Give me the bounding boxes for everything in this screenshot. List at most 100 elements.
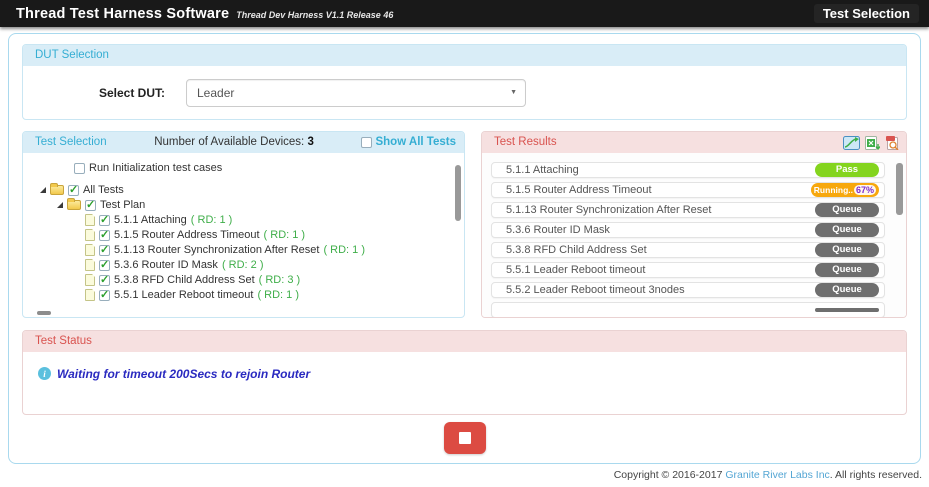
- show-all-tests-toggle[interactable]: Show All Tests: [361, 132, 456, 153]
- all-tests-checkbox[interactable]: [68, 185, 79, 196]
- status-badge: Pass: [815, 163, 879, 177]
- document-icon: [85, 244, 95, 256]
- status-badge: Queue: [815, 263, 879, 277]
- test-case-checkbox[interactable]: [99, 215, 110, 226]
- test-selection-panel-title: Test Selection: [35, 132, 107, 153]
- test-case-checkbox[interactable]: [99, 260, 110, 271]
- test-case-label: 5.3.6 Router ID Mask: [114, 259, 218, 271]
- tree-node-all-tests[interactable]: All Tests: [23, 183, 464, 197]
- test-case-label: 5.3.8 RFD Child Address Set: [114, 274, 255, 286]
- chevron-down-icon: ▼: [510, 89, 517, 96]
- pdf-export-icon[interactable]: [885, 136, 900, 150]
- status-badge: Queue: [815, 283, 879, 297]
- tree-node-test-plan[interactable]: Test Plan: [23, 198, 464, 212]
- run-init-checkbox[interactable]: [74, 163, 85, 174]
- test-tree: Run Initialization test cases All Tests …: [23, 153, 464, 317]
- document-icon: [85, 214, 95, 226]
- status-badge: Queue: [815, 223, 879, 237]
- dut-selection-panel: DUT Selection Select DUT: Leader ▼: [22, 44, 907, 120]
- select-dut-label: Select DUT:: [23, 86, 165, 100]
- test-plan-label: Test Plan: [100, 199, 145, 211]
- status-badge: Queue: [815, 243, 879, 257]
- company-link[interactable]: Granite River Labs Inc: [725, 469, 829, 481]
- table-row[interactable]: 5.3.6 Router ID Mask Queue: [491, 222, 885, 238]
- tree-leaf[interactable]: 5.5.1 Leader Reboot timeout ( RD: 1 ): [23, 288, 464, 302]
- document-icon: [85, 274, 95, 286]
- copyright-suffix: . All rights reserved.: [830, 469, 922, 481]
- app-branding: Thread Test Harness Software Thread Dev …: [16, 6, 393, 22]
- running-label: Running..: [814, 185, 853, 195]
- copyright-prefix: Copyright © 2016-2017: [614, 469, 726, 481]
- test-case-checkbox[interactable]: [99, 275, 110, 286]
- result-test-name: 5.1.13 Router Synchronization After Rese…: [506, 204, 711, 216]
- results-vertical-scrollbar[interactable]: [896, 163, 903, 215]
- table-row[interactable]: 5.1.13 Router Synchronization After Rese…: [491, 202, 885, 218]
- document-icon: [85, 289, 95, 301]
- main-container: DUT Selection Select DUT: Leader ▼ Test …: [8, 33, 921, 464]
- graph-icon[interactable]: [843, 136, 860, 150]
- all-tests-label: All Tests: [83, 184, 124, 196]
- test-case-rd: ( RD: 1 ): [257, 289, 299, 301]
- excel-export-icon[interactable]: [865, 136, 880, 150]
- test-case-rd: ( RD: 2 ): [222, 259, 264, 271]
- available-devices-count: 3: [307, 136, 313, 148]
- copyright-footer: Copyright © 2016-2017 Granite River Labs…: [614, 469, 922, 481]
- tree-horizontal-scrollbar[interactable]: [37, 311, 51, 315]
- dut-select-dropdown[interactable]: Leader ▼: [186, 79, 526, 107]
- progress-percent: 67%: [854, 185, 876, 195]
- stop-button-row: [22, 422, 907, 454]
- stop-button[interactable]: [444, 422, 486, 454]
- app-version: Thread Dev Harness V1.1 Release 46: [236, 10, 393, 20]
- test-case-checkbox[interactable]: [99, 230, 110, 241]
- result-test-name: 5.5.2 Leader Reboot timeout 3nodes: [506, 284, 685, 296]
- document-icon: [85, 259, 95, 271]
- collapse-arrow-icon[interactable]: [40, 187, 46, 193]
- document-icon: [85, 229, 95, 241]
- dut-selected-value: Leader: [197, 86, 234, 100]
- status-message: Waiting for timeout 200Secs to rejoin Ro…: [57, 367, 310, 381]
- test-case-checkbox[interactable]: [99, 245, 110, 256]
- show-all-tests-label: Show All Tests: [375, 132, 456, 153]
- tree-leaf[interactable]: 5.1.13 Router Synchronization After Rese…: [23, 243, 464, 257]
- tree-vertical-scrollbar[interactable]: [455, 165, 461, 221]
- available-devices-label: Number of Available Devices:: [154, 136, 304, 148]
- test-plan-checkbox[interactable]: [85, 200, 96, 211]
- top-bar: Thread Test Harness Software Thread Dev …: [0, 0, 929, 27]
- table-row[interactable]: 5.1.5 Router Address Timeout Running..67…: [491, 182, 885, 198]
- test-case-label: 5.1.1 Attaching: [114, 214, 187, 226]
- run-init-label: Run Initialization test cases: [89, 162, 222, 174]
- collapse-arrow-icon[interactable]: [57, 202, 63, 208]
- test-status-panel: Test Status i Waiting for timeout 200Sec…: [22, 330, 907, 415]
- table-row[interactable]: 5.1.1 Attaching Pass: [491, 162, 885, 178]
- test-case-label: 5.1.13 Router Synchronization After Rese…: [114, 244, 319, 256]
- tree-leaf[interactable]: 5.3.8 RFD Child Address Set ( RD: 3 ): [23, 273, 464, 287]
- show-all-tests-checkbox[interactable]: [361, 137, 372, 148]
- run-init-toggle[interactable]: Run Initialization test cases: [74, 162, 464, 174]
- tree-leaf[interactable]: 5.3.6 Router ID Mask ( RD: 2 ): [23, 258, 464, 272]
- table-row-partial[interactable]: [491, 302, 885, 317]
- test-case-label: 5.5.1 Leader Reboot timeout: [114, 289, 253, 301]
- result-test-name: 5.5.1 Leader Reboot timeout: [506, 264, 645, 276]
- test-case-checkbox[interactable]: [99, 290, 110, 301]
- test-results-panel: Test Results 5.1.1 Attaching Pass: [481, 131, 907, 318]
- table-row[interactable]: 5.5.1 Leader Reboot timeout Queue: [491, 262, 885, 278]
- test-case-rd: ( RD: 3 ): [259, 274, 301, 286]
- info-icon: i: [38, 367, 51, 380]
- status-badge: Running..67%: [811, 183, 879, 197]
- test-case-label: 5.1.5 Router Address Timeout: [114, 229, 260, 241]
- test-results-list: 5.1.1 Attaching Pass 5.1.5 Router Addres…: [482, 153, 906, 317]
- tree-leaf[interactable]: 5.1.5 Router Address Timeout ( RD: 1 ): [23, 228, 464, 242]
- folder-icon: [50, 185, 64, 195]
- test-status-body: i Waiting for timeout 200Secs to rejoin …: [23, 352, 906, 414]
- tree-leaf[interactable]: 5.1.1 Attaching ( RD: 1 ): [23, 213, 464, 227]
- result-test-name: 5.3.8 RFD Child Address Set: [506, 244, 647, 256]
- table-row[interactable]: 5.5.2 Leader Reboot timeout 3nodes Queue: [491, 282, 885, 298]
- test-status-panel-title: Test Status: [23, 331, 906, 352]
- middle-row: Test Selection Number of Available Devic…: [22, 131, 907, 318]
- result-test-name: 5.3.6 Router ID Mask: [506, 224, 610, 236]
- table-row[interactable]: 5.3.8 RFD Child Address Set Queue: [491, 242, 885, 258]
- tab-test-selection[interactable]: Test Selection: [814, 4, 919, 23]
- result-test-name: 5.1.5 Router Address Timeout: [506, 184, 652, 196]
- test-results-panel-title: Test Results: [494, 132, 557, 153]
- status-badge: [815, 308, 879, 312]
